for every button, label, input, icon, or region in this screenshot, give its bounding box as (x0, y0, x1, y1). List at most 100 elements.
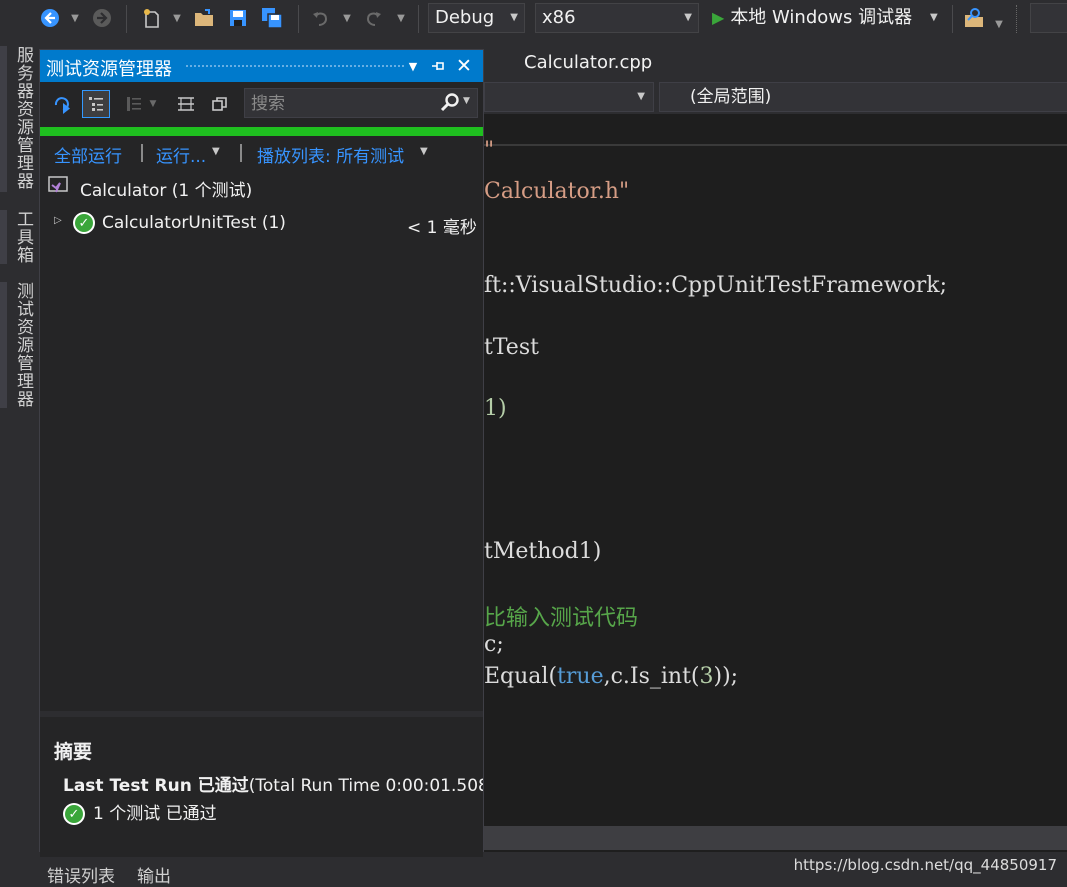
undo-icon[interactable] (308, 6, 332, 30)
code-number: 3 (699, 664, 714, 689)
chevron-down-icon: ▼ (212, 146, 220, 157)
test-progress-bar (40, 127, 483, 136)
new-project-icon[interactable] (140, 6, 164, 30)
forward-icon[interactable] (90, 6, 114, 30)
redo-icon[interactable] (362, 6, 386, 30)
code-line: tMethod1) (484, 539, 602, 564)
chevron-down-icon: ▼ (510, 12, 518, 23)
play-icon: ▶ (712, 8, 725, 27)
back-icon[interactable] (38, 6, 62, 30)
test-duration: < 1 毫秒 (407, 218, 477, 238)
search-input[interactable] (245, 89, 433, 119)
save-icon[interactable] (226, 6, 250, 30)
passed-icon: ✓ (73, 212, 95, 234)
overflow-dropdown-icon[interactable]: ▼ (994, 16, 1004, 32)
save-all-icon[interactable] (260, 6, 284, 30)
group-by-icon[interactable] (120, 90, 148, 118)
server-explorer-tab[interactable]: 服务器资源管理器 (10, 46, 36, 190)
vtab-indicator (0, 210, 7, 264)
code-line: " (484, 138, 495, 163)
toolbar-separator (952, 5, 953, 33)
chevron-down-icon: ▼ (420, 146, 428, 157)
chevron-down-icon: ▼ (930, 12, 938, 23)
test-explorer-side-label: 测试资源管理器 (13, 282, 33, 408)
toolbox-label: 工具箱 (13, 210, 33, 264)
document-tab-well: Calculator.cpp (484, 38, 1067, 80)
tree-test-class-node[interactable]: ▷ ✓ CalculatorUnitTest (1) < 1 毫秒 (40, 207, 483, 241)
close-icon[interactable]: ✕ (453, 54, 475, 78)
code-token: )); (713, 664, 739, 689)
toolbar-grip (1016, 5, 1018, 33)
code-token: Equal( (484, 664, 558, 689)
code-token: ,c.Is_int( (603, 664, 700, 689)
passed-summary: ✓ 1 个测试 已通过 (63, 799, 217, 825)
code-keyword: true (557, 664, 604, 689)
undo-dropdown-icon[interactable]: ▼ (342, 10, 352, 26)
group-dropdown-icon[interactable]: ▼ (146, 90, 160, 118)
search-box: ▼ (244, 88, 478, 119)
run-all-link[interactable]: 全部运行 (54, 142, 122, 167)
back-dropdown-icon[interactable]: ▼ (70, 10, 80, 26)
tab-error-list[interactable]: 错误列表 (47, 862, 115, 887)
passed-icon: ✓ (63, 803, 85, 825)
pin-icon[interactable] (427, 54, 449, 78)
code-editor[interactable] (484, 38, 1067, 884)
test-class-label: CalculatorUnitTest (1) (102, 213, 286, 233)
playlist-link[interactable]: 播放列表: 所有测试 (257, 142, 404, 167)
find-in-files-icon[interactable] (962, 6, 986, 30)
code-line: tTest (484, 335, 539, 360)
project-scope-select[interactable]: ▼ (484, 82, 654, 112)
project-label: Calculator (1 个测试) (80, 181, 253, 201)
vtab-indicator (0, 282, 7, 408)
scope-value: (全局范围) (690, 87, 772, 107)
open-file-icon[interactable] (192, 6, 216, 30)
solution-config-select[interactable]: Debug ▼ (428, 3, 525, 33)
scope-select[interactable]: (全局范围) (659, 82, 1067, 112)
search-options-icon[interactable]: ▼ (463, 96, 470, 106)
tree-project-node[interactable]: Calculator (1 个测试) (40, 170, 483, 204)
tab-output[interactable]: 输出 (137, 862, 171, 887)
solution-config-value: Debug (435, 7, 495, 28)
navigation-bar: ▼ (全局范围) (484, 80, 1067, 114)
code-line: 1) (484, 396, 507, 421)
separator (240, 144, 242, 162)
run-menu-link[interactable]: 运行... (156, 142, 206, 167)
last-run-label: Last Test Run 已通过 (63, 776, 249, 796)
code-line: Calculator.h" (484, 179, 630, 204)
run-after-build-icon[interactable] (48, 90, 76, 118)
test-explorer-side-tab[interactable]: 测试资源管理器 (10, 282, 36, 408)
toolbar-separator (298, 5, 299, 33)
passed-count-label: 1 个测试 已通过 (93, 804, 217, 824)
copy-icon[interactable] (206, 90, 234, 118)
server-explorer-label: 服务器资源管理器 (13, 46, 33, 190)
title-grip (185, 64, 405, 69)
redo-dropdown-icon[interactable]: ▼ (396, 10, 406, 26)
panel-toolbar: ▼ ▼ (40, 82, 483, 126)
vtab-indicator (0, 46, 7, 192)
panel-title: 测试资源管理器 (46, 59, 172, 80)
search-icon[interactable] (439, 91, 461, 118)
code-comment: 比输入测试代码 (484, 606, 639, 631)
tab-calculator-cpp[interactable]: Calculator.cpp (524, 52, 652, 73)
start-debugging-label: 本地 Windows 调试器 (730, 7, 913, 28)
toolbar-separator (126, 5, 127, 33)
editor-divider (484, 144, 1067, 146)
horizontal-scrollbar[interactable] (484, 826, 1067, 850)
panel-title-bar: 测试资源管理器 ▼ ✕ (40, 50, 483, 82)
expand-arrow-icon[interactable]: ▷ (54, 215, 62, 226)
platform-select[interactable]: x86 ▼ (535, 3, 699, 33)
start-debugging-button[interactable]: ▶ 本地 Windows 调试器 ▼ (712, 3, 946, 33)
code-line: Equal(true,c.Is_int(3)); (484, 664, 738, 689)
chevron-down-icon: ▼ (684, 12, 692, 23)
test-explorer-panel: 测试资源管理器 ▼ ✕ ▼ ▼ (39, 49, 484, 857)
test-project-icon (48, 175, 68, 200)
toolbox-tab[interactable]: 工具箱 (10, 210, 36, 264)
group-by-hierarchy-icon[interactable] (82, 90, 110, 118)
summary-title: 摘要 (54, 741, 93, 763)
chevron-down-icon: ▼ (637, 91, 645, 102)
quick-launch-box[interactable] (1030, 3, 1067, 33)
window-position-icon[interactable]: ▼ (402, 54, 424, 78)
expand-all-icon[interactable] (172, 90, 200, 118)
new-dropdown-icon[interactable]: ▼ (172, 10, 182, 26)
code-line: ft::VisualStudio::CppUnitTestFramework; (484, 273, 948, 298)
